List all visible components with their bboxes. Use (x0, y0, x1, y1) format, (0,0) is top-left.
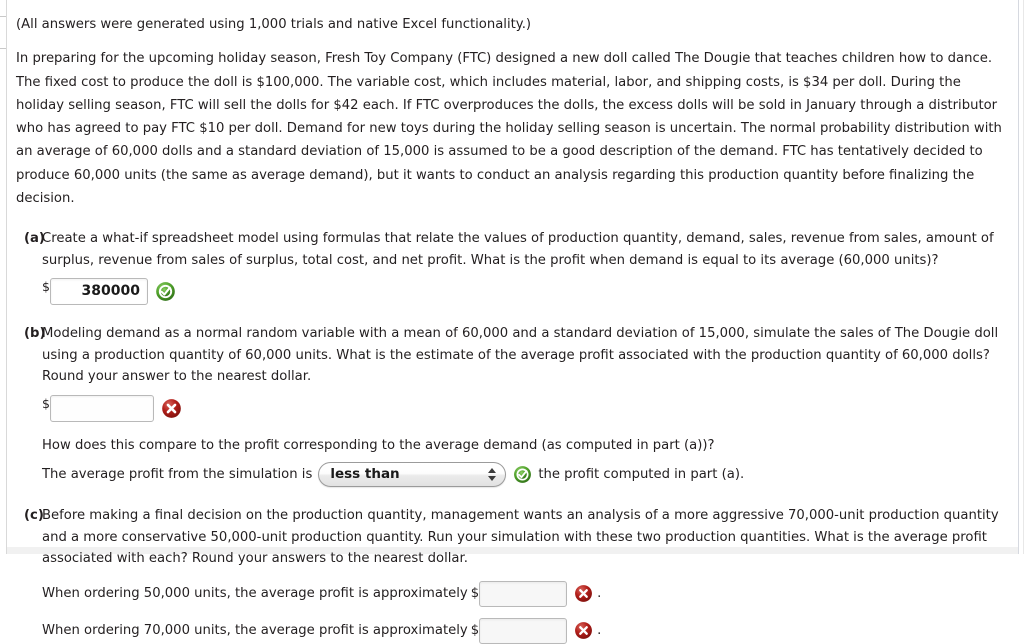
left-margin-rule (6, 0, 7, 554)
part-c-question-text: Before making a final decision on the pr… (42, 508, 999, 567)
part-a-body: Create a what-if spreadsheet model using… (42, 228, 1006, 306)
right-margin-rule (1018, 0, 1019, 554)
red-x-circle-icon (574, 621, 593, 640)
part-c-line-70000-dollar-sign: $ (470, 623, 480, 639)
part-a-answer-row: $ (42, 278, 1006, 306)
part-b-comparison-selected-value: less than (330, 466, 400, 483)
part-a-question-text: Create a what-if spreadsheet model using… (42, 231, 994, 268)
part-b-body: Modeling demand as a normal random varia… (42, 323, 1006, 488)
part-c: (c) Before making a final decision on th… (16, 505, 1006, 644)
red-x-circle-icon (161, 398, 182, 419)
part-c-line-70000-input[interactable] (479, 617, 568, 644)
green-check-circle-icon (513, 465, 532, 484)
part-c-line-50000-input[interactable] (479, 580, 568, 607)
part-b-label: (b) (24, 326, 46, 342)
part-b-question-text: Modeling demand as a normal random varia… (42, 326, 999, 385)
select-stepper-arrows-icon[interactable] (485, 463, 505, 486)
part-b-dollar-sign: $ (42, 395, 50, 411)
part-a-dollar-sign: $ (42, 279, 50, 295)
part-c-line-50000: When ordering 50,000 units, the average … (42, 580, 1006, 607)
part-b-answer-input[interactable] (49, 394, 154, 422)
question-content: (All answers were generated using 1,000 … (8, 0, 1014, 644)
intro-note: (All answers were generated using 1,000 … (16, 17, 532, 32)
part-a-label: (a) (24, 231, 45, 247)
page-canvas: (All answers were generated using 1,000 … (0, 0, 1024, 644)
part-c-body: Before making a final decision on the pr… (42, 505, 1006, 644)
part-b: (b) Modeling demand as a normal random v… (16, 323, 1006, 488)
part-b-compare-question: How does this compare to the profit corr… (42, 437, 715, 453)
scenario-paragraph: In preparing for the upcoming holiday se… (16, 51, 1002, 207)
part-c-label: (c) (24, 508, 44, 524)
part-b-compare-row: The average profit from the simulation i… (42, 462, 1006, 488)
red-x-circle-icon (574, 584, 593, 603)
margin-tick (0, 48, 6, 49)
chevron-up-icon (488, 468, 497, 474)
chevron-down-icon (488, 476, 497, 482)
part-b-compare-prefix: The average profit from the simulation i… (42, 467, 313, 483)
part-a: (a) Create a what-if spreadsheet model u… (16, 228, 1006, 306)
part-a-answer-input[interactable] (49, 278, 148, 306)
part-c-line-50000-label: When ordering 50,000 units, the average … (42, 586, 468, 602)
part-c-line-70000-period: . (597, 623, 602, 639)
green-check-circle-icon (155, 281, 176, 302)
part-c-line-70000: When ordering 70,000 units, the average … (42, 617, 1006, 644)
part-c-line-70000-label: When ordering 70,000 units, the average … (42, 623, 468, 639)
part-c-line-50000-dollar-sign: $ (470, 586, 480, 602)
part-b-compare-suffix: the profit computed in part (a). (538, 467, 745, 483)
part-b-answer-row: $ (42, 394, 1006, 422)
part-b-comparison-select[interactable]: less than (318, 462, 507, 488)
margin-tick (0, 16, 6, 17)
part-c-line-50000-period: . (597, 586, 602, 602)
